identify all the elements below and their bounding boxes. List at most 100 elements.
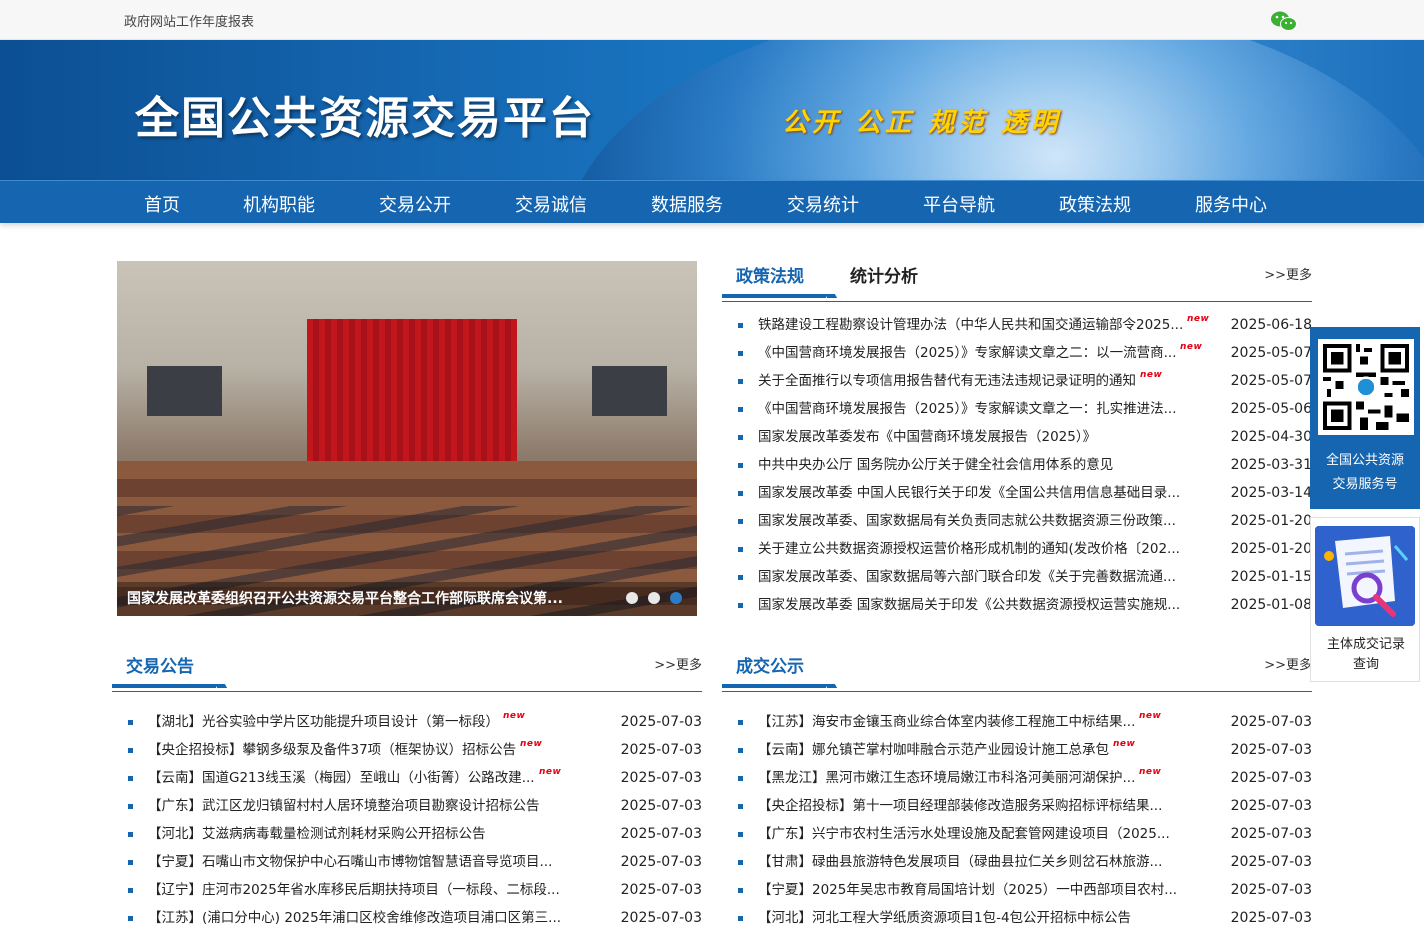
nav-policy[interactable]: 政策法规	[1059, 191, 1131, 217]
list-item-title[interactable]: 《中国营商环境发展报告（2025）》专家解读文章之一：扎实推进法...	[758, 395, 1176, 423]
list-item-title[interactable]: 【河北】河北工程大学纸质资源项目1包-4包公开招标中标公告	[758, 904, 1131, 932]
qr-service-panel[interactable]: 全国公共资源 交易服务号	[1310, 327, 1420, 509]
list-item-date: 2025-07-03	[620, 882, 702, 898]
list-item[interactable]: 国家发展改革委 中国人民银行关于印发《全国公共信用信息基础目录... 2025-0…	[738, 479, 1312, 507]
policy-tab-header: 政策法规 统计分析 >>更多	[722, 262, 1312, 302]
list-item-date: 2025-01-15	[1230, 569, 1312, 585]
list-item[interactable]: 铁路建设工程勘察设计管理办法（中华人民共和国交通运输部令2025... 2025-…	[738, 311, 1312, 339]
list-item[interactable]: 【宁夏】石嘴山市文物保护中心石嘴山市博物馆智慧语音导览项目... 2025-07-…	[128, 848, 702, 876]
list-item[interactable]: 【江苏】(浦口分中心) 2025年浦口区校舍维修改造项目浦口区第三... 2025…	[128, 904, 702, 932]
site-slogan: 公开 公正 规范 透明	[782, 108, 1062, 138]
list-item[interactable]: 《中国营商环境发展报告（2025）》专家解读文章之一：扎实推进法... 2025-…	[738, 395, 1312, 423]
list-item[interactable]: 【宁夏】2025年吴忠市教育局国培计划（2025）一中西部项目农村... 2025…	[738, 876, 1312, 904]
list-item[interactable]: 国家发展改革委、国家数据局等六部门联合印发《关于完善数据流通... 2025-01…	[738, 563, 1312, 591]
nav-trade-stats[interactable]: 交易统计	[787, 191, 859, 217]
list-item-title[interactable]: 【宁夏】石嘴山市文物保护中心石嘴山市博物馆智慧语音导览项目...	[148, 848, 552, 876]
list-item[interactable]: 关于全面推行以专项信用报告替代有无违法违规记录证明的通知 2025-05-07 ne…	[738, 367, 1312, 395]
list-item[interactable]: 【江苏】海安市金镶玉商业综合体室内装修工程施工中标结果... 2025-07-03…	[738, 708, 1312, 736]
list-item-date: 2025-07-03	[620, 910, 702, 926]
list-item-title[interactable]: 中共中央办公厅 国务院办公厅关于健全社会信用体系的意见	[758, 451, 1113, 479]
list-item-date: 2025-07-03	[1230, 798, 1312, 814]
news-slider[interactable]: 国家发展改革委组织召开公共资源交易平台整合工作部际联席会议第...	[117, 261, 697, 616]
list-item-title[interactable]: 【央企招投标】第十一项目经理部装修改造服务采购招标评标结果...	[758, 792, 1162, 820]
slider-dot-3[interactable]	[670, 592, 682, 604]
list-item-title[interactable]: 【甘肃】碌曲县旅游特色发展项目（碌曲县拉仁关乡则岔石林旅游...	[758, 848, 1162, 876]
list-item-title[interactable]: 【江苏】(浦口分中心) 2025年浦口区校舍维修改造项目浦口区第三...	[148, 904, 561, 932]
list-item[interactable]: 【黑龙江】黑河市嫩江生态环境局嫩江市科洛河美丽河湖保护... 2025-07-03…	[738, 764, 1312, 792]
list-item[interactable]: 【央企招投标】攀钢多级泵及备件37项（框架协议）招标公告 2025-07-03 ne…	[128, 736, 702, 764]
bullet-icon	[738, 463, 743, 468]
list-item-title[interactable]: 【湖北】光谷实验中学片区功能提升项目设计（第一标段）	[148, 708, 499, 736]
bullet-icon	[128, 720, 133, 725]
tab-policy[interactable]: 政策法规	[736, 262, 804, 287]
nav-trade-public[interactable]: 交易公开	[379, 191, 451, 217]
list-item-title[interactable]: 【广东】兴宁市农村生活污水处理设施及配套管网建设项目（2025...	[758, 820, 1170, 848]
list-item[interactable]: 【辽宁】庄河市2025年省水库移民后期扶持项目（一标段、二标段... 2025-0…	[128, 876, 702, 904]
list-item[interactable]: 【云南】娜允镇芒掌村咖啡融合示范产业园设计施工总承包 2025-07-03 new	[738, 736, 1312, 764]
list-item-date: 2025-07-03	[1230, 854, 1312, 870]
deals-header: 成交公示 >>更多	[722, 652, 1312, 692]
list-item-title[interactable]: 【广东】武江区龙归镇留村村人居环境整治项目勘察设计招标公告	[148, 792, 540, 820]
policy-more-link[interactable]: >>更多	[1264, 264, 1312, 283]
deals-more-link[interactable]: >>更多	[1264, 654, 1312, 673]
list-item-title[interactable]: 关于全面推行以专项信用报告替代有无违法违规记录证明的通知	[758, 367, 1136, 395]
list-item[interactable]: 国家发展改革委 国家数据局关于印发《公共数据资源授权运营实施规... 2025-0…	[738, 591, 1312, 619]
announce-underline	[112, 684, 216, 688]
list-item-title[interactable]: 【云南】娜允镇芒掌村咖啡融合示范产业园设计施工总承包	[758, 736, 1109, 764]
slider-dot-2[interactable]	[648, 592, 660, 604]
list-item-title[interactable]: 【江苏】海安市金镶玉商业综合体室内装修工程施工中标结果...	[758, 708, 1135, 736]
bullet-icon	[738, 323, 743, 328]
deals-rule	[722, 691, 1312, 692]
list-item[interactable]: 【云南】国道G213线玉溪（梅园）至峨山（小街箐）公路改建... 2025-07-…	[128, 764, 702, 792]
slider-caption[interactable]: 国家发展改革委组织召开公共资源交易平台整合工作部际联席会议第...	[127, 588, 567, 608]
deals-title[interactable]: 成交公示	[736, 652, 804, 677]
nav-data-service[interactable]: 数据服务	[651, 191, 723, 217]
annual-report-link[interactable]: 政府网站工作年度报表	[124, 11, 254, 30]
list-item[interactable]: 关于建立公共数据资源授权运营价格形成机制的通知(发改价格〔202... 2025-…	[738, 535, 1312, 563]
list-item[interactable]: 国家发展改革委、国家数据局有关负责同志就公共数据资源三份政策... 2025-01…	[738, 507, 1312, 535]
nav-service-center[interactable]: 服务中心	[1195, 191, 1267, 217]
nav-platform-nav[interactable]: 平台导航	[923, 191, 995, 217]
list-item[interactable]: 《中国营商环境发展报告（2025）》专家解读文章之二：以一流营商... 2025-…	[738, 339, 1312, 367]
list-item[interactable]: 【湖北】光谷实验中学片区功能提升项目设计（第一标段） 2025-07-03 new	[128, 708, 702, 736]
announce-notch	[214, 684, 228, 688]
list-item-date: 2025-07-03	[1230, 742, 1312, 758]
list-item-title[interactable]: 【辽宁】庄河市2025年省水库移民后期扶持项目（一标段、二标段...	[148, 876, 560, 904]
list-item-title[interactable]: 国家发展改革委 国家数据局关于印发《公共数据资源授权运营实施规...	[758, 591, 1180, 619]
list-item-title[interactable]: 【黑龙江】黑河市嫩江生态环境局嫩江市科洛河美丽河湖保护...	[758, 764, 1135, 792]
list-item-title[interactable]: 国家发展改革委、国家数据局等六部门联合印发《关于完善数据流通...	[758, 563, 1176, 591]
list-item[interactable]: 【广东】兴宁市农村生活污水处理设施及配套管网建设项目（2025... 2025-0…	[738, 820, 1312, 848]
list-item-date: 2025-07-03	[620, 714, 702, 730]
deals-notch	[824, 684, 838, 688]
list-item[interactable]: 【河北】艾滋病病毒载量检测试剂耗材采购公开招标公告 2025-07-03	[128, 820, 702, 848]
list-item-title[interactable]: 【云南】国道G213线玉溪（梅园）至峨山（小街箐）公路改建...	[148, 764, 535, 792]
announce-title[interactable]: 交易公告	[126, 652, 194, 677]
list-item-title[interactable]: 铁路建设工程勘察设计管理办法（中华人民共和国交通运输部令2025...	[758, 311, 1183, 339]
bullet-icon	[128, 888, 133, 893]
bullet-icon	[128, 860, 133, 865]
nav-functions[interactable]: 机构职能	[243, 191, 315, 217]
list-item-title[interactable]: 国家发展改革委 中国人民银行关于印发《全国公共信用信息基础目录...	[758, 479, 1180, 507]
record-label-line1: 主体成交记录	[1326, 637, 1405, 652]
nav-trade-credit[interactable]: 交易诚信	[515, 191, 587, 217]
list-item[interactable]: 【河北】河北工程大学纸质资源项目1包-4包公开招标中标公告 2025-07-03	[738, 904, 1312, 932]
list-item[interactable]: 国家发展改革委发布《中国营商环境发展报告（2025）》 2025-04-30	[738, 423, 1312, 451]
list-item[interactable]: 【广东】武江区龙归镇留村村人居环境整治项目勘察设计招标公告 2025-07-03	[128, 792, 702, 820]
list-item-title[interactable]: 国家发展改革委、国家数据局有关负责同志就公共数据资源三份政策...	[758, 507, 1176, 535]
list-item-title[interactable]: 《中国营商环境发展报告（2025）》专家解读文章之二：以一流营商...	[758, 339, 1176, 367]
nav-home[interactable]: 首页	[144, 191, 180, 217]
tab-statistics[interactable]: 统计分析	[850, 262, 918, 287]
list-item[interactable]: 【央企招投标】第十一项目经理部装修改造服务采购招标评标结果... 2025-07-…	[738, 792, 1312, 820]
announce-more-link[interactable]: >>更多	[654, 654, 702, 673]
list-item[interactable]: 中共中央办公厅 国务院办公厅关于健全社会信用体系的意见 2025-03-31	[738, 451, 1312, 479]
list-item[interactable]: 【甘肃】碌曲县旅游特色发展项目（碌曲县拉仁关乡则岔石林旅游... 2025-07-…	[738, 848, 1312, 876]
bullet-icon	[128, 916, 133, 921]
list-item-title[interactable]: 【央企招投标】攀钢多级泵及备件37项（框架协议）招标公告	[148, 736, 516, 764]
list-item-title[interactable]: 关于建立公共数据资源授权运营价格形成机制的通知(发改价格〔202...	[758, 535, 1180, 563]
record-query-panel[interactable]: 主体成交记录 查询	[1310, 517, 1420, 682]
list-item-title[interactable]: 【河北】艾滋病病毒载量检测试剂耗材采购公开招标公告	[148, 820, 486, 848]
wechat-icon[interactable]	[1270, 10, 1298, 32]
list-item-title[interactable]: 【宁夏】2025年吴忠市教育局国培计划（2025）一中西部项目农村...	[758, 876, 1177, 904]
list-item-title[interactable]: 国家发展改革委发布《中国营商环境发展报告（2025）》	[758, 423, 1096, 451]
slider-dot-1[interactable]	[626, 592, 638, 604]
